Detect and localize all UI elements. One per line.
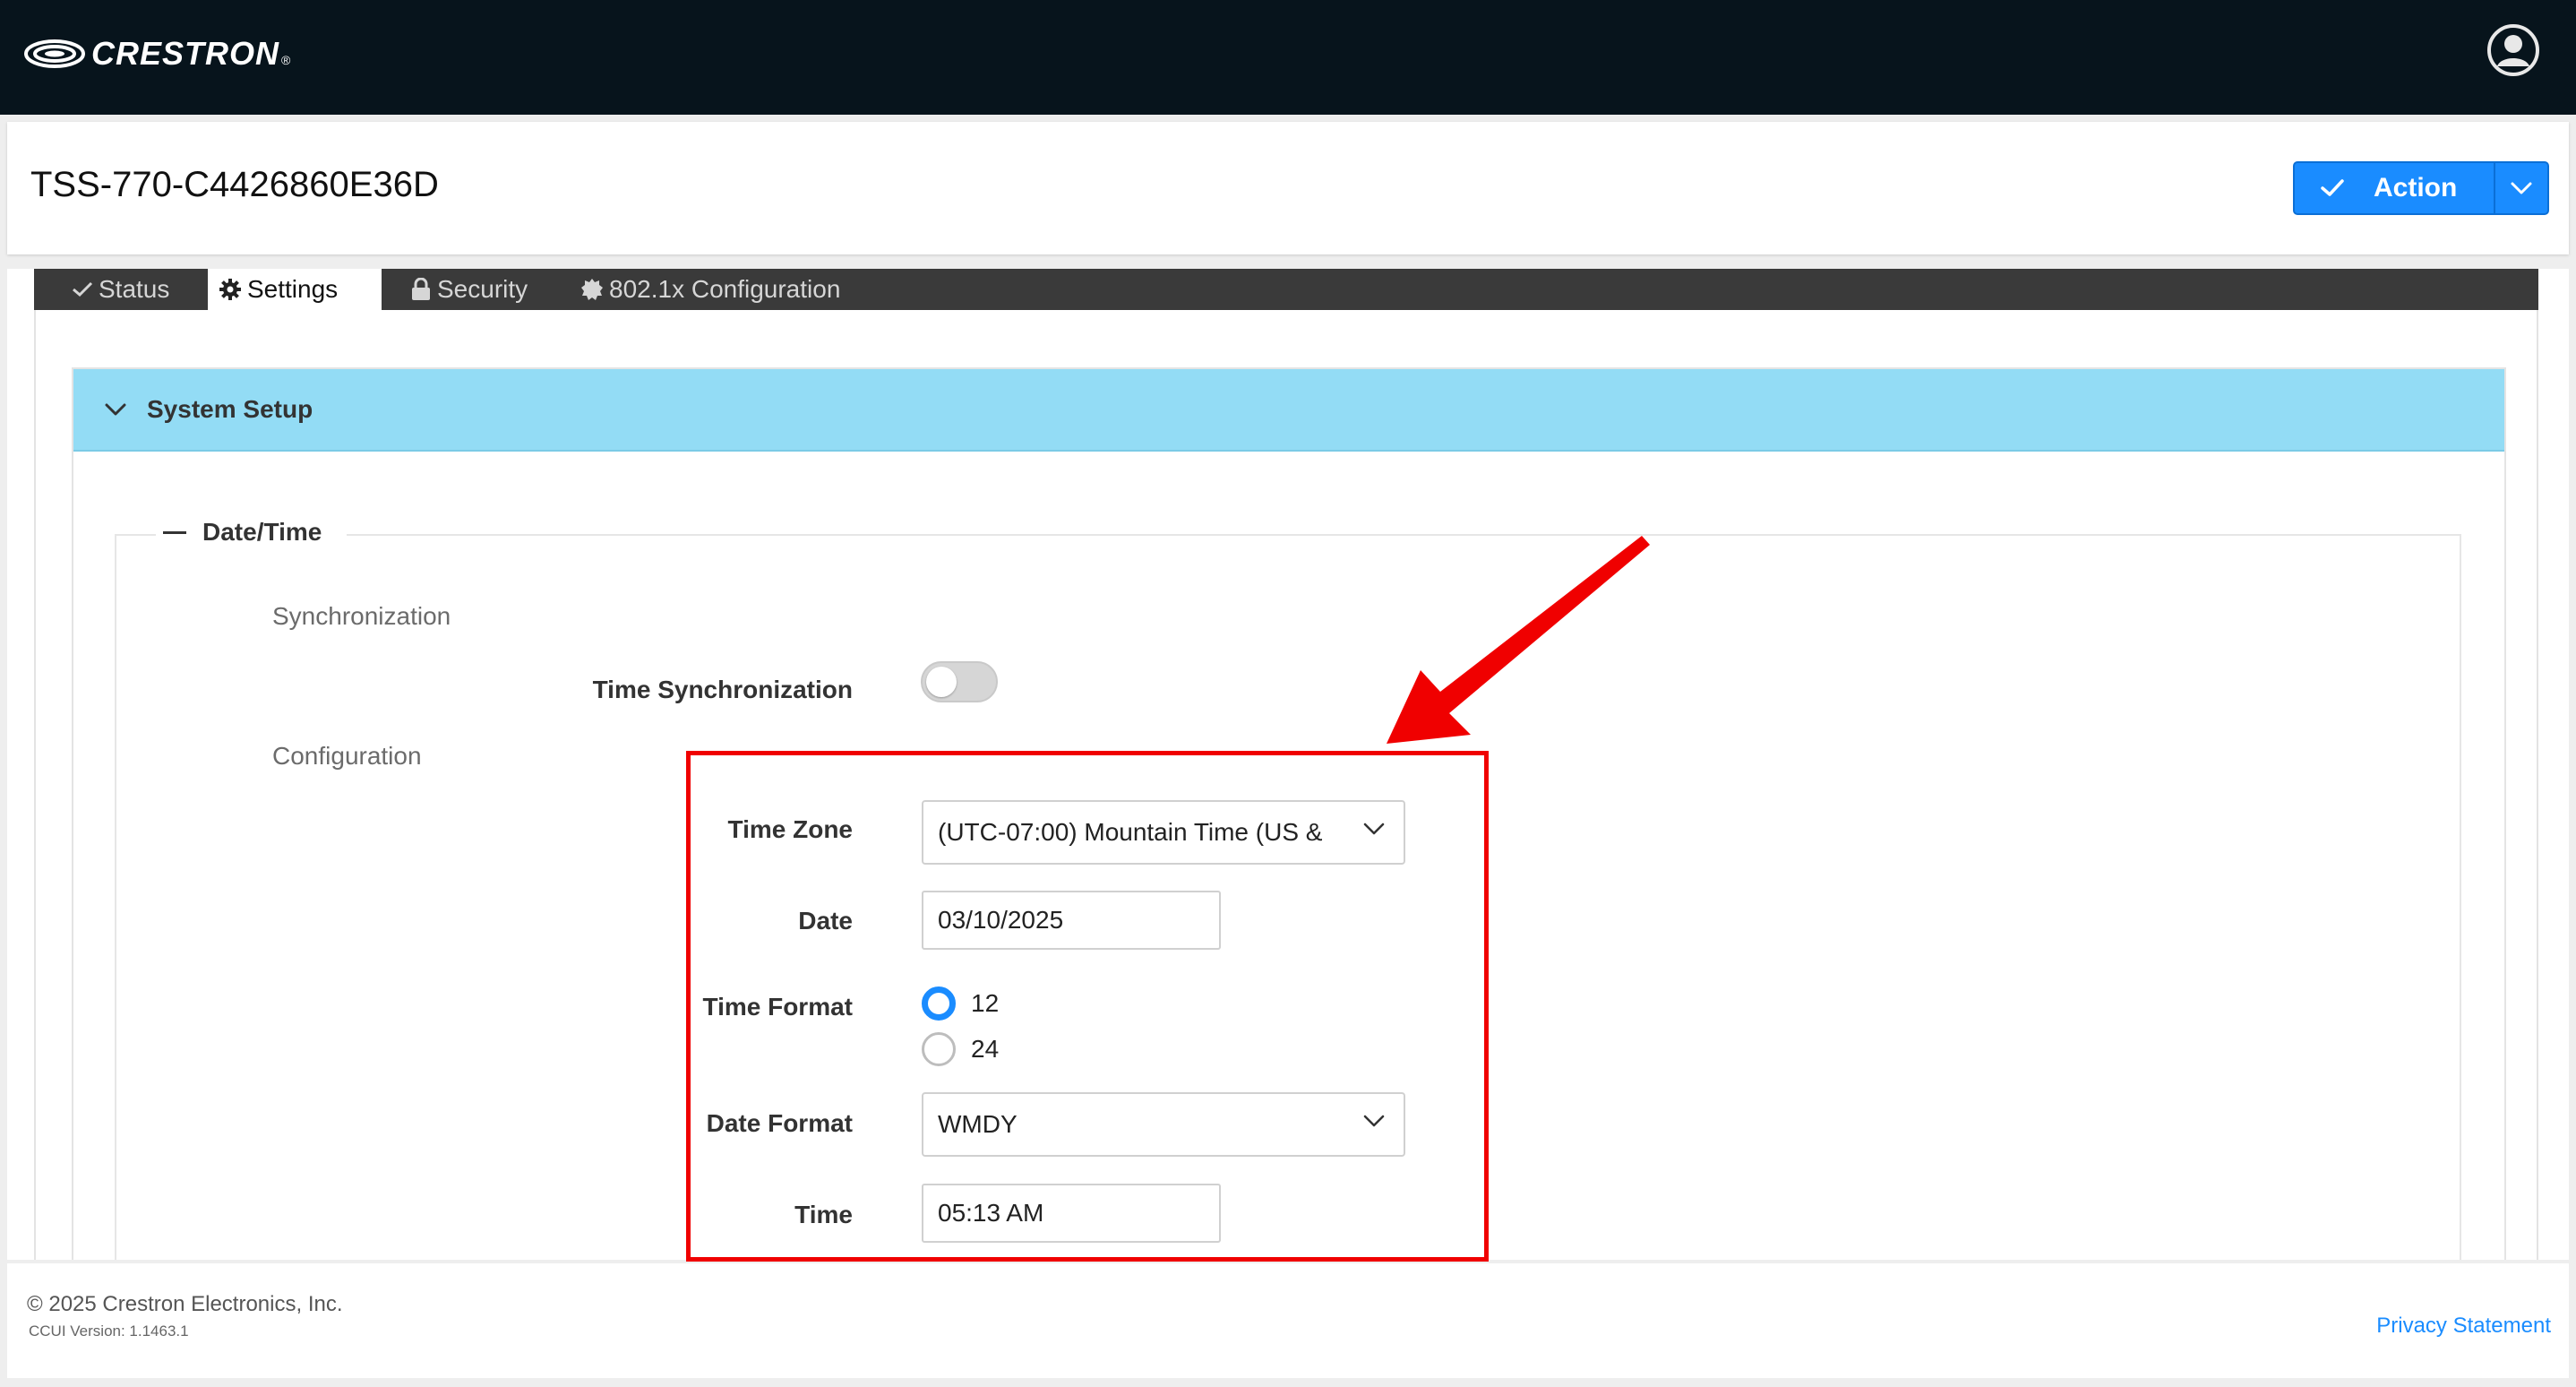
tab-8021x-configuration[interactable]: 802.1x Configuration (580, 269, 840, 310)
registered-mark: ® (281, 53, 291, 67)
tab-bar: Status Settings Security 802.1x Configur… (34, 269, 2538, 310)
tab-settings[interactable]: Settings (208, 269, 382, 310)
gear-icon (219, 279, 241, 300)
device-name-title: TSS-770-C4426860E36D (30, 165, 439, 204)
tab-security-label: Security (437, 275, 528, 303)
top-navigation-bar: CRESTRON ® (0, 0, 2576, 115)
user-account-icon[interactable] (2486, 23, 2540, 77)
toggle-knob (926, 667, 957, 697)
page-footer: © 2025 Crestron Electronics, Inc. CCUI V… (7, 1263, 2569, 1378)
collapse-dash-icon (163, 530, 186, 534)
check-icon (2321, 179, 2344, 196)
device-header: TSS-770-C4426860E36D Action (7, 122, 2569, 254)
check-icon (73, 281, 93, 297)
action-button-group: Action (2293, 161, 2549, 215)
action-dropdown-toggle[interactable] (2495, 163, 2547, 213)
synchronization-section-label: Synchronization (272, 602, 451, 630)
action-button[interactable]: Action (2295, 163, 2496, 213)
time-synchronization-label: Time Synchronization (592, 676, 853, 703)
copyright-text: © 2025 Crestron Electronics, Inc. (27, 1292, 343, 1316)
highlight-annotation-box (686, 751, 1489, 1262)
tab-status[interactable]: Status (72, 269, 169, 310)
action-button-label: Action (2374, 173, 2458, 202)
tab-security[interactable]: Security (410, 269, 528, 310)
tab-8021x-label: 802.1x Configuration (609, 275, 841, 303)
date-time-legend[interactable]: Date/Time (156, 518, 348, 547)
system-setup-header[interactable]: System Setup (73, 369, 2504, 452)
configuration-section-label: Configuration (272, 742, 422, 770)
crestron-swirl-icon (24, 39, 85, 68)
time-synchronization-toggle[interactable] (921, 661, 998, 702)
system-setup-title: System Setup (147, 395, 313, 423)
tab-settings-label: Settings (247, 275, 339, 303)
chevron-down-icon (105, 403, 126, 416)
tab-status-label: Status (99, 275, 170, 303)
crestron-logo[interactable]: CRESTRON ® (23, 32, 290, 75)
privacy-statement-link[interactable]: Privacy Statement (2376, 1314, 2551, 1339)
annotation-arrow-icon (1387, 536, 1650, 744)
date-time-legend-label: Date/Time (202, 518, 322, 546)
chevron-down-icon (2511, 182, 2532, 194)
lock-icon (412, 278, 430, 300)
badge-gear-icon (581, 279, 603, 300)
ccui-version-text: CCUI Version: 1.1463.1 (29, 1322, 189, 1340)
brand-wordmark: CRESTRON (91, 35, 280, 72)
